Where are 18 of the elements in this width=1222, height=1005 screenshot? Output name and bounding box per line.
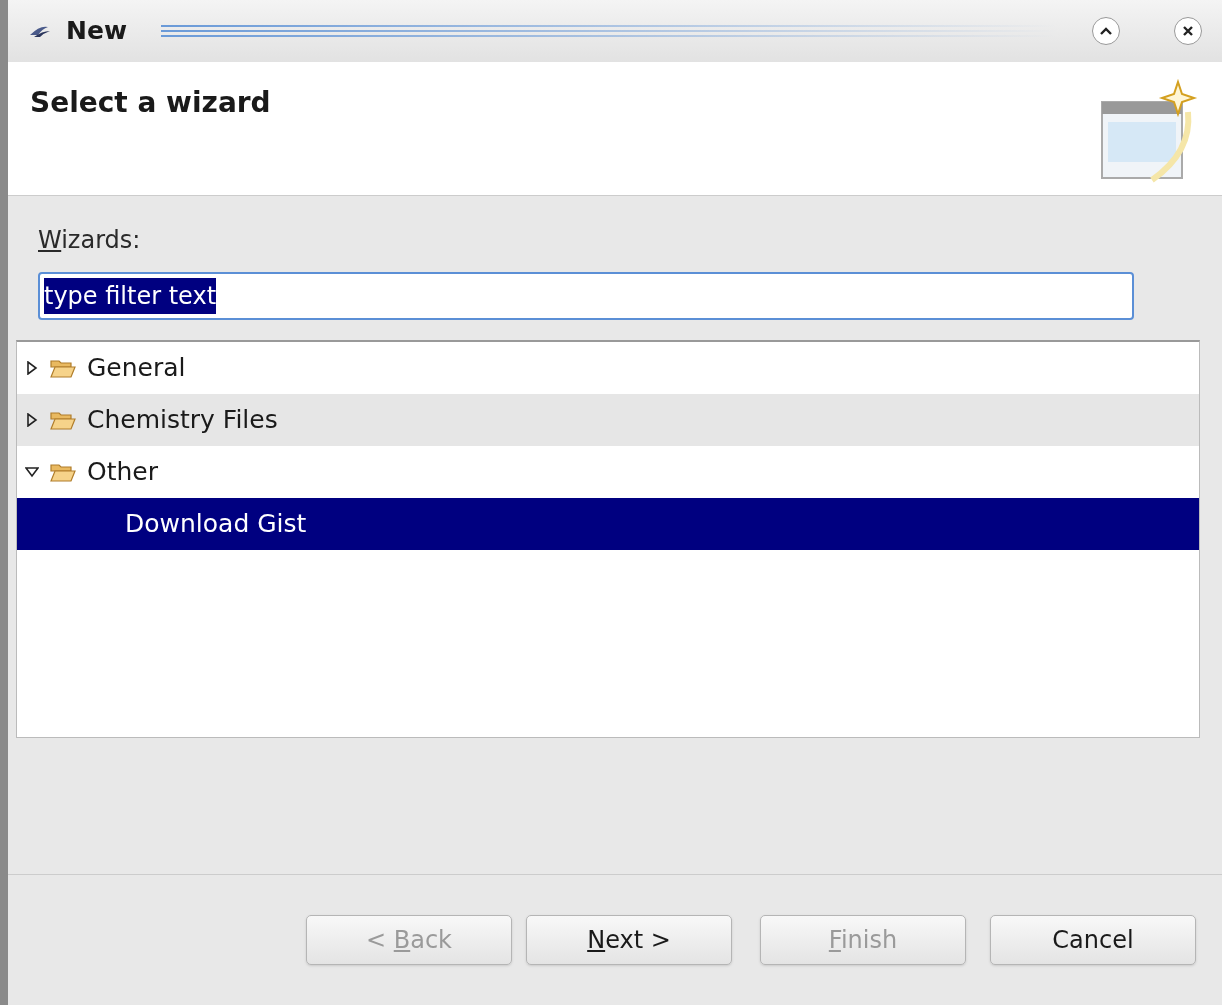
tree-item[interactable]: Download Gist [17,498,1199,550]
close-button[interactable] [1174,17,1202,45]
maximize-button[interactable] [1092,17,1120,45]
caret-up-icon [1099,26,1113,36]
folder-icon [49,409,77,431]
wizard-button[interactable]: Cancel [990,915,1196,965]
folder-icon [49,461,77,483]
page-title: Select a wizard [30,85,271,121]
expand-arrow-icon[interactable] [25,413,39,427]
expand-arrow-icon[interactable] [25,361,39,375]
wizards-label: Wizards: [38,225,142,256]
tree-item[interactable]: Chemistry Files [17,394,1199,446]
window-title: New [66,15,127,48]
close-icon [1182,25,1194,37]
filter-field[interactable]: type filter text [38,272,1134,320]
folder-icon [49,357,77,379]
collapse-arrow-icon[interactable] [25,465,39,479]
wizard-button[interactable]: Next > [526,915,732,965]
